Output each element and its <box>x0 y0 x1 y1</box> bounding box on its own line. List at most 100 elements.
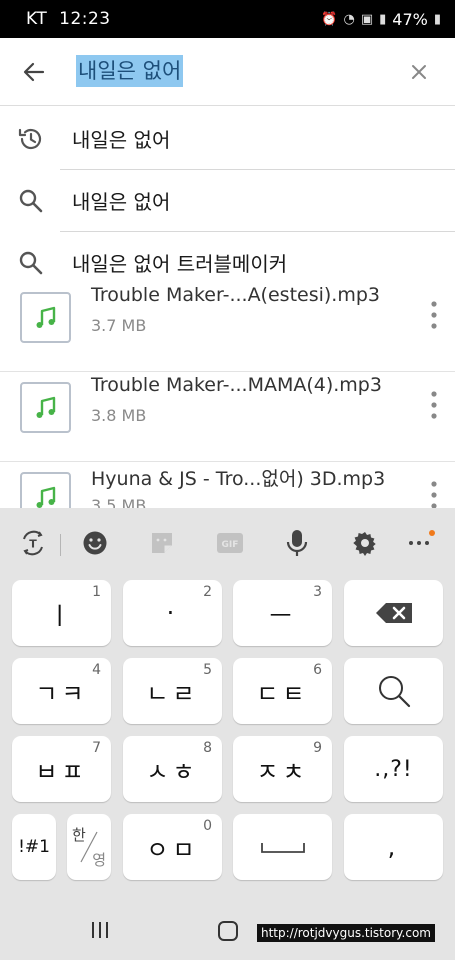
key-label: ㅣ <box>48 601 75 630</box>
more-icon <box>409 541 429 545</box>
symbols-key[interactable]: !#1 <box>12 814 56 880</box>
space-bar-icon <box>260 843 305 853</box>
key-i[interactable]: 1 ㅣ <box>12 580 111 646</box>
recent-apps-icon[interactable] <box>90 920 110 940</box>
slash-divider <box>80 831 98 863</box>
key-siot[interactable]: 8 ㅅㅎ <box>123 736 222 802</box>
key-number-hint: 8 <box>203 740 212 756</box>
suggestion-label: 내일은 없어 <box>72 190 171 214</box>
keyboard: T GIF 1 ㅣ 2 · 3 ㅡ 4 ㄱㅋ 5 ㄴㄹ 6 ㄷㅌ 7 ㅂㅍ 8 … <box>0 508 455 960</box>
more-options-icon[interactable] <box>427 478 441 512</box>
file-size: 3.8 MB <box>91 406 147 425</box>
key-number-hint: 7 <box>92 740 101 756</box>
translate-button[interactable]: T <box>18 528 48 558</box>
suggestion-item[interactable]: 내일은 없어 <box>0 108 455 170</box>
key-eu[interactable]: 3 ㅡ <box>233 580 332 646</box>
key-number-hint: 5 <box>203 662 212 678</box>
home-icon[interactable] <box>217 920 239 942</box>
gif-button[interactable]: GIF <box>215 528 245 558</box>
key-number-hint: 9 <box>313 740 322 756</box>
battery-percent: 47% <box>392 9 428 29</box>
punctuation-key[interactable]: .,?! <box>344 736 443 802</box>
search-key[interactable] <box>344 658 443 724</box>
wifi-icon: ◔ <box>343 11 355 27</box>
mic-button[interactable] <box>282 528 312 558</box>
language-switch-key[interactable]: 한 영 <box>67 814 111 880</box>
more-options-icon[interactable] <box>427 388 441 422</box>
key-nieun[interactable]: 5 ㄴㄹ <box>123 658 222 724</box>
backspace-key[interactable] <box>344 580 443 646</box>
emoji-icon <box>83 531 107 555</box>
music-note-icon <box>36 486 55 508</box>
comma-key[interactable]: , <box>344 814 443 880</box>
file-item[interactable]: Trouble Maker-...A(estesi).mp3 3.7 MB <box>0 282 455 372</box>
search-icon <box>19 189 43 213</box>
key-label: .,?! <box>374 756 413 782</box>
key-number-hint: 6 <box>313 662 322 678</box>
space-key[interactable] <box>233 814 332 880</box>
settings-button[interactable] <box>350 528 380 558</box>
key-label: ㅇㅁ <box>146 835 199 864</box>
clear-button[interactable] <box>403 56 435 88</box>
close-icon <box>412 65 426 79</box>
audio-file-thumb <box>20 382 71 433</box>
battery-icon: ▮ <box>433 11 441 27</box>
file-size: 3.7 MB <box>91 316 147 335</box>
notification-dot <box>429 530 435 536</box>
key-label: ㄷㅌ <box>256 679 309 708</box>
key-number-hint: 3 <box>313 584 322 600</box>
back-button[interactable] <box>14 54 54 90</box>
key-giyeok[interactable]: 4 ㄱㅋ <box>12 658 111 724</box>
suggestion-label: 내일은 없어 <box>72 128 171 152</box>
carrier-label: KT <box>26 9 48 29</box>
back-arrow-icon <box>23 62 45 82</box>
key-number-hint: 0 <box>203 818 212 834</box>
status-bar: KT 12:23 ⏰ ◔ ▣ ▮ 47% ▮ <box>0 0 455 38</box>
key-label: , <box>387 833 400 861</box>
key-ieung[interactable]: 0 ㅇㅁ <box>123 814 222 880</box>
more-options-icon[interactable] <box>427 298 441 332</box>
settings-icon <box>353 532 376 556</box>
suggestion-item[interactable]: 내일은 없어 <box>0 170 455 232</box>
music-note-icon <box>36 306 55 328</box>
key-digeut[interactable]: 6 ㄷㅌ <box>233 658 332 724</box>
volte-icon: ▣ <box>360 11 374 27</box>
mic-icon <box>286 530 308 556</box>
navigation-bar: http://rotjdvygus.tistory.com <box>0 900 455 960</box>
audio-file-thumb <box>20 292 71 343</box>
key-number-hint: 4 <box>92 662 101 678</box>
language-switch-bottom: 영 <box>92 851 106 869</box>
key-label: ㅈㅊ <box>256 757 309 786</box>
history-icon <box>18 128 42 150</box>
status-right: ⏰ ◔ ▣ ▮ 47% ▮ <box>321 10 441 29</box>
search-icon <box>378 676 410 708</box>
sticker-icon <box>152 533 172 553</box>
svg-text:GIF: GIF <box>222 540 239 550</box>
status-left: KT 12:23 <box>26 9 321 29</box>
signal-icon: ▮ <box>379 11 387 27</box>
key-bieup[interactable]: 7 ㅂㅍ <box>12 736 111 802</box>
svg-text:T: T <box>29 538 37 551</box>
suggestion-label: 내일은 없어 트러블메이커 <box>72 252 288 276</box>
emoji-button[interactable] <box>80 528 110 558</box>
file-item[interactable]: Trouble Maker-...MAMA(4).mp3 3.8 MB <box>0 372 455 462</box>
key-number-hint: 1 <box>92 584 101 600</box>
toolbar-divider <box>60 534 61 556</box>
file-name: Trouble Maker-...A(estesi).mp3 <box>91 284 380 306</box>
key-dot[interactable]: 2 · <box>123 580 222 646</box>
gif-icon: GIF <box>217 533 243 553</box>
key-jieut[interactable]: 9 ㅈㅊ <box>233 736 332 802</box>
music-note-icon <box>36 396 55 418</box>
clock-label: 12:23 <box>59 9 111 29</box>
alarm-icon: ⏰ <box>321 11 338 27</box>
file-name: Hyuna & JS - Tro...없어) 3D.mp3 <box>91 468 386 490</box>
translate-icon: T <box>23 530 43 556</box>
key-number-hint: 2 <box>203 584 212 600</box>
key-label: !#1 <box>18 837 50 857</box>
search-icon <box>19 251 43 275</box>
sticker-button[interactable] <box>147 528 177 558</box>
key-label: ㅅㅎ <box>146 757 199 786</box>
key-label: · <box>166 599 179 627</box>
keyboard-toolbar: T GIF <box>0 508 455 578</box>
search-input[interactable]: 내일은 없어 <box>76 55 184 87</box>
